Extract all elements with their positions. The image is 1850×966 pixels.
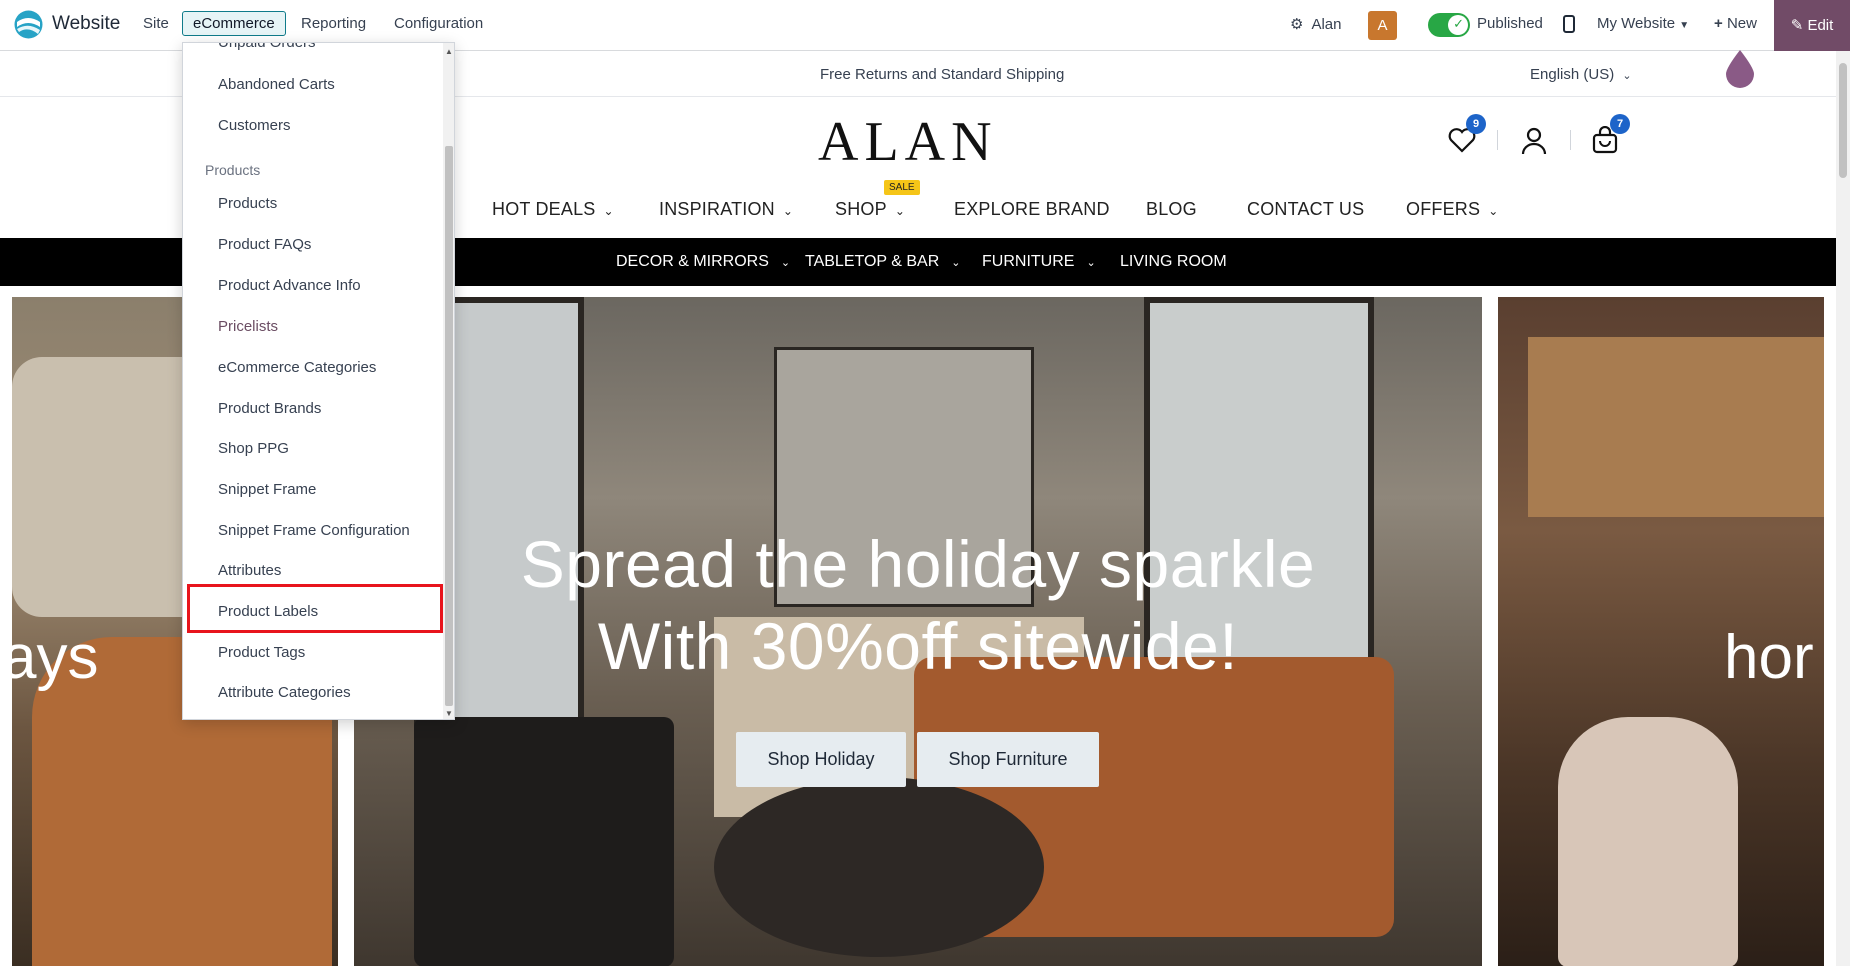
hero-image-table [714,777,1044,957]
chevron-down-icon: ⌄ [1622,70,1632,82]
nav-offers[interactable]: OFFERS ⌄ [1406,199,1498,220]
header-divider [1497,130,1498,150]
chevron-down-icon: ⌄ [603,204,614,218]
menu-item-customers[interactable]: Customers [218,117,291,134]
user-menu[interactable]: ⚙ Alan [1290,15,1341,33]
menu-item-ecommerce-categories[interactable]: eCommerce Categories [218,359,376,376]
menu-item-shop-ppg[interactable]: Shop PPG [218,440,289,457]
hero-slide-active: Spread the holiday sparkle With 30%off s… [354,297,1482,966]
dropdown-scrollbar-thumb[interactable] [445,146,453,706]
subnav-label: TABLETOP & BAR [805,253,940,270]
menu-item-abandoned-carts[interactable]: Abandoned Carts [218,76,335,93]
header-divider [1570,130,1571,150]
hero-next-text: hor [1724,623,1814,692]
page-scrollbar-thumb[interactable] [1839,63,1847,178]
nav-shop[interactable]: SHOP ⌄ [835,199,905,220]
website-selector-label: My Website [1597,15,1676,32]
caret-down-icon: ▼ [1679,20,1690,31]
shop-furniture-button[interactable]: Shop Furniture [917,732,1099,787]
nav-label: HOT DEALS [492,199,596,219]
subnav-living-room[interactable]: LIVING ROOM [1120,253,1227,271]
droplet-icon [1726,50,1754,88]
scroll-down-arrow-icon[interactable]: ▼ [445,709,453,718]
hero-slide-next[interactable]: hor [1498,297,1824,966]
brand-logo[interactable]: ALAN [818,110,998,174]
gear-icon: ⚙ [1290,16,1304,33]
hero-title-line1: Spread the holiday sparkle [520,527,1316,601]
avatar[interactable]: A [1368,11,1397,40]
hero-image-artwork [1528,337,1824,517]
page-scrollbar[interactable] [1836,51,1850,966]
subnav-label: DECOR & MIRRORS [616,253,769,270]
new-button[interactable]: + New [1714,15,1757,32]
edit-label: Edit [1807,17,1834,34]
section-header-products: Products [205,162,261,178]
language-selector[interactable]: English (US) ⌄ [1530,66,1632,83]
nav-blog[interactable]: BLOG [1146,199,1197,220]
menu-item-product-advance-info[interactable]: Product Advance Info [218,277,361,294]
subnav-tabletop-bar[interactable]: TABLETOP & BAR ⌄ [805,253,961,271]
chevron-down-icon: ⌄ [1086,257,1096,269]
menu-item-snippet-frame[interactable]: Snippet Frame [218,481,316,498]
menu-item-snippet-frame-configuration[interactable]: Snippet Frame Configuration [218,522,410,539]
website-selector[interactable]: My Website ▼ [1597,15,1689,32]
cart-count-badge: 7 [1610,114,1630,134]
menu-ecommerce[interactable]: eCommerce [182,11,286,36]
menu-item-product-faqs[interactable]: Product FAQs [218,236,311,253]
chevron-down-icon: ⌄ [951,257,961,269]
mobile-preview-icon[interactable] [1563,15,1575,37]
hero-title-line2: With 30%off sitewide! [597,609,1239,683]
scroll-up-arrow-icon[interactable]: ▲ [445,47,453,56]
menu-reporting[interactable]: Reporting [301,15,366,32]
nav-contact-us[interactable]: CONTACT US [1247,199,1364,220]
published-label: Published [1477,15,1543,32]
nav-label: INSPIRATION [659,199,775,219]
chevron-down-icon: ⌄ [780,257,791,269]
sale-badge: SALE [884,180,920,195]
user-name: Alan [1311,16,1342,33]
nav-inspiration[interactable]: INSPIRATION ⌄ [659,199,793,220]
chevron-down-icon: ⌄ [894,204,906,218]
check-icon: ✓ [1453,16,1464,31]
published-toggle[interactable]: ✓ [1428,13,1470,37]
announcement-text: Free Returns and Standard Shipping [820,66,1065,83]
menu-item-unpaid-orders[interactable]: Unpaid Orders [218,43,316,51]
menu-configuration[interactable]: Configuration [394,15,483,32]
nav-label: OFFERS [1406,199,1481,219]
subnav-label: FURNITURE [982,253,1075,270]
highlight-box-product-labels [187,584,443,633]
nav-hot-deals[interactable]: HOT DEALS ⌄ [492,199,614,220]
language-label: English (US) [1530,66,1615,83]
hero-title: Spread the holiday sparkle With 30%off s… [354,523,1482,687]
menu-item-attributes[interactable]: Attributes [218,562,281,579]
menu-item-attribute-categories[interactable]: Attribute Categories [218,684,351,701]
menu-site[interactable]: Site [143,15,169,32]
pencil-icon: ✎ [1790,17,1804,34]
hero-prev-text: ays [12,623,99,692]
website-app-icon[interactable] [14,10,43,39]
dropdown-scrollbar[interactable]: ▲ ▼ [443,43,454,719]
menu-item-product-brands[interactable]: Product Brands [218,400,321,417]
hero-image-chair [1558,717,1738,966]
chevron-down-icon: ⌄ [1488,204,1499,218]
new-label: New [1726,15,1757,32]
hero-image-chair [414,717,674,966]
chevron-down-icon: ⌄ [782,204,794,218]
menu-item-product-tags[interactable]: Product Tags [218,644,305,661]
app-name[interactable]: Website [52,13,120,35]
menu-item-products[interactable]: Products [218,195,277,212]
edit-button[interactable]: ✎ Edit [1774,0,1850,51]
menu-item-pricelists[interactable]: Pricelists [218,318,278,335]
nav-explore-brand[interactable]: EXPLORE BRAND [954,199,1110,220]
subnav-furniture[interactable]: FURNITURE ⌄ [982,253,1096,271]
subnav-decor-mirrors[interactable]: DECOR & MIRRORS ⌄ [616,253,790,271]
wishlist-count-badge: 9 [1466,114,1486,134]
nav-label: SHOP [835,199,887,219]
shop-holiday-button[interactable]: Shop Holiday [736,732,906,787]
plus-icon: + [1714,15,1723,32]
user-account-icon[interactable] [1521,127,1547,160]
